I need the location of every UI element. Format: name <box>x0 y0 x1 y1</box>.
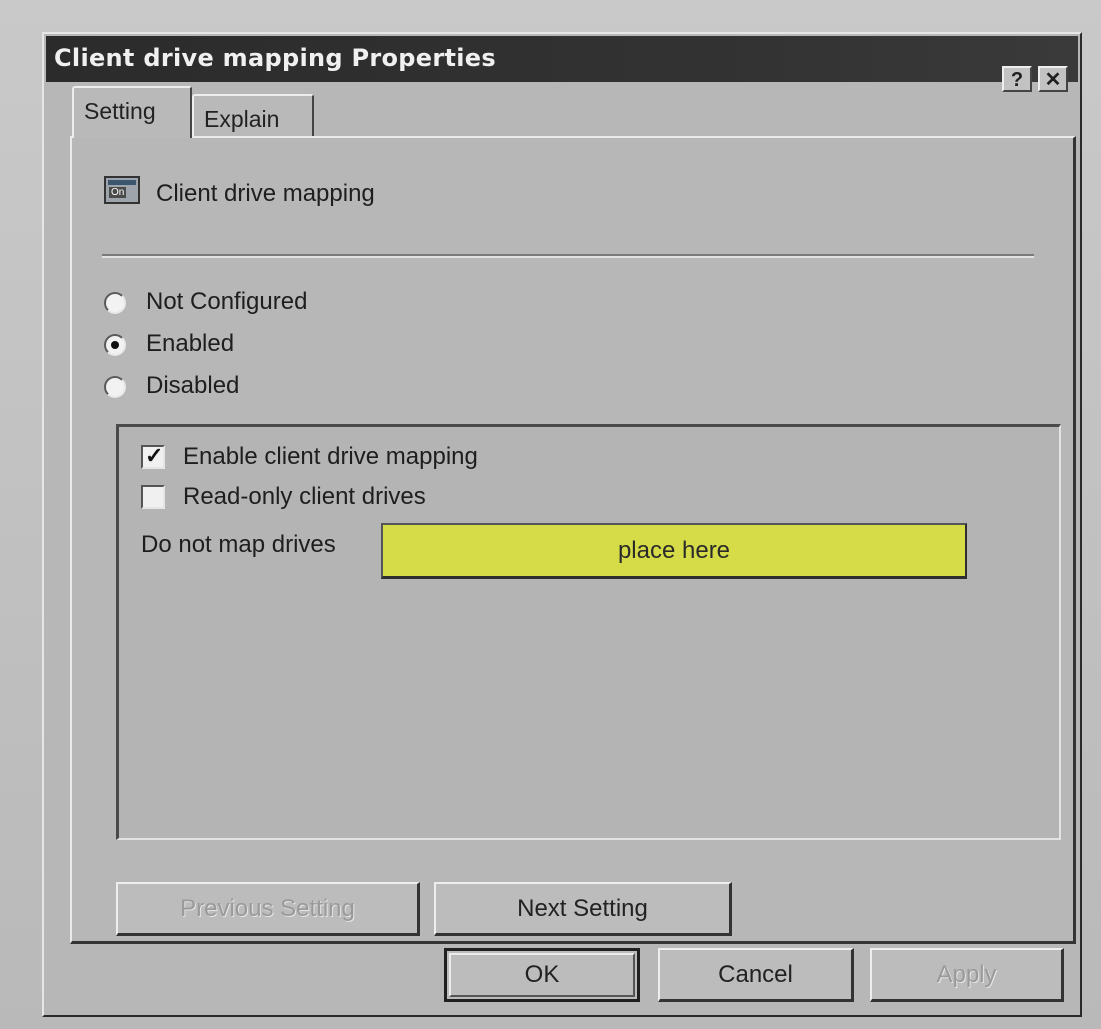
tab-explain[interactable]: Explain <box>192 94 314 138</box>
options-box: Enable client drive mapping Read-only cl… <box>116 424 1061 840</box>
setting-panel: Client drive mapping Not Configured Enab… <box>70 136 1076 944</box>
read-only-label: Read-only client drives <box>183 483 426 510</box>
title-bar[interactable]: Client drive mapping Properties <box>46 36 1078 82</box>
radio-disabled-circle[interactable] <box>104 376 126 398</box>
help-button[interactable]: ? <box>1002 66 1032 92</box>
radio-not-configured-label: Not Configured <box>146 288 308 315</box>
radio-disabled-label: Disabled <box>146 372 240 399</box>
radio-not-configured-circle[interactable] <box>104 292 126 314</box>
ok-button[interactable]: OK <box>444 948 640 1002</box>
close-button[interactable]: ✕ <box>1038 66 1068 92</box>
policy-name: Client drive mapping <box>156 180 375 207</box>
previous-setting-button[interactable]: Previous Setting <box>116 882 420 936</box>
enable-mapping-checkbox[interactable] <box>141 443 165 469</box>
apply-button[interactable]: Apply <box>870 948 1064 1002</box>
do-not-map-label: Do not map drives <box>141 531 336 558</box>
properties-dialog: Client drive mapping Properties ? ✕ Sett… <box>42 32 1082 1017</box>
tab-setting[interactable]: Setting <box>72 86 192 138</box>
separator <box>102 254 1034 258</box>
policy-setting-icon <box>104 176 140 204</box>
read-only-checkbox[interactable] <box>141 485 165 509</box>
next-setting-button[interactable]: Next Setting <box>434 882 732 936</box>
radio-enabled-label: Enabled <box>146 330 235 357</box>
cancel-button[interactable]: Cancel <box>658 948 854 1002</box>
window-title: Client drive mapping Properties <box>54 44 496 72</box>
enable-mapping-label: Enable client drive mapping <box>183 443 478 470</box>
do-not-map-input[interactable] <box>381 523 967 579</box>
radio-enabled-circle[interactable] <box>104 334 126 356</box>
